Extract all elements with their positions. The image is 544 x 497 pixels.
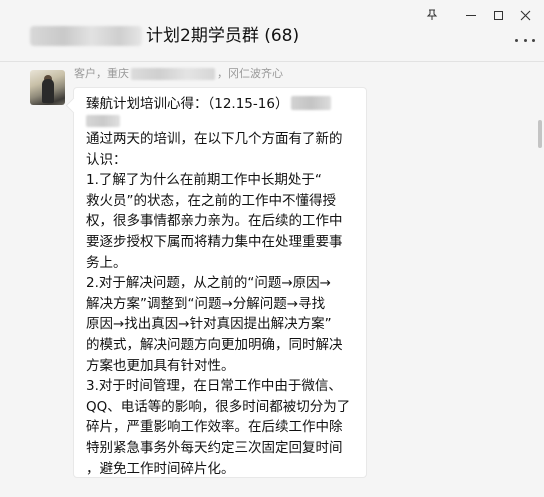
message-line: 3.对于时间管理，在日常工作中由于微信、 (86, 378, 342, 395)
blurred-heading-name-2 (86, 115, 120, 127)
message-line: 原因→找出真因→针对真因提出解决方案” (86, 316, 332, 333)
message-line: 权，很多事情都亲力亲为。在后续的工作中 (86, 213, 343, 230)
chat-window: 计划2期学员群 (68) 客户，重庆 ，冈仁波齐心 臻航计划培训心得：（12.1… (0, 0, 544, 497)
message-line: 解决方案”调整到“问题→分解问题→寻找 (86, 295, 326, 312)
message-line: 通过两天的培训，在以下几个方面有了新的 (86, 131, 343, 147)
sender-suffix: ，冈仁波齐心 (217, 67, 283, 80)
blurred-sender-name (131, 68, 215, 80)
dot-icon (532, 38, 535, 42)
message-line: 方案也更加具有针对性。 (86, 357, 235, 374)
message-line: QQ、电话等的影响，很多时间都被切分为了 (86, 398, 351, 415)
chat-title: 计划2期学员群 (68) (146, 26, 300, 46)
more-options-button[interactable] (512, 30, 538, 50)
message-line: 1.了解了为什么在前期工作中长期处于“ (86, 172, 322, 189)
message-line: 认识： (86, 151, 127, 168)
dot-icon (523, 38, 527, 42)
minimize-icon[interactable] (460, 6, 482, 24)
message-heading-text: 臻航计划培训心得：（12.15-16） (86, 96, 289, 112)
title-bar: 计划2期学员群 (68) (0, 0, 544, 62)
sender-name: 客户，重庆 ，冈仁波齐心 (74, 66, 283, 82)
sender-prefix: 客户，重庆 (74, 67, 129, 80)
close-icon[interactable] (514, 6, 536, 24)
maximize-icon[interactable] (487, 6, 509, 24)
blurred-group-name (30, 26, 142, 46)
message-list[interactable]: 客户，重庆 ，冈仁波齐心 臻航计划培训心得：（12.15-16） 通过两天的培训… (0, 62, 544, 497)
scrollbar-thumb[interactable] (538, 120, 542, 148)
message-line: 要逐步授权下属而将精力集中在处理重要事 (86, 233, 343, 250)
message-line: ，避免工作时间碎片化。 (86, 460, 235, 477)
blurred-heading-name (291, 96, 332, 110)
pin-icon[interactable] (421, 6, 443, 24)
message-line: 救火员”的状态，在之前的工作中不懂得授 (86, 192, 336, 209)
message-line: 的模式，解决问题方向更加明确，同时解决 (86, 336, 343, 353)
message-line: 碎片，严重影响工作效率。在后续工作中除 (86, 419, 343, 436)
message-line: 务上。 (86, 254, 127, 271)
avatar-figure (42, 79, 54, 103)
message-line: 2.对于解决问题，从之前的“问题→原因→ (86, 275, 331, 292)
message-heading: 臻航计划培训心得：（12.15-16） (86, 94, 354, 127)
avatar[interactable] (30, 70, 65, 105)
message-line: 特别紧急事务外每天约定三次固定回复时间 (86, 439, 343, 456)
dot-icon (515, 38, 518, 42)
message-bubble[interactable]: 臻航计划培训心得：（12.15-16） 通过两天的培训，在以下几个方面有了新的 … (73, 87, 367, 478)
